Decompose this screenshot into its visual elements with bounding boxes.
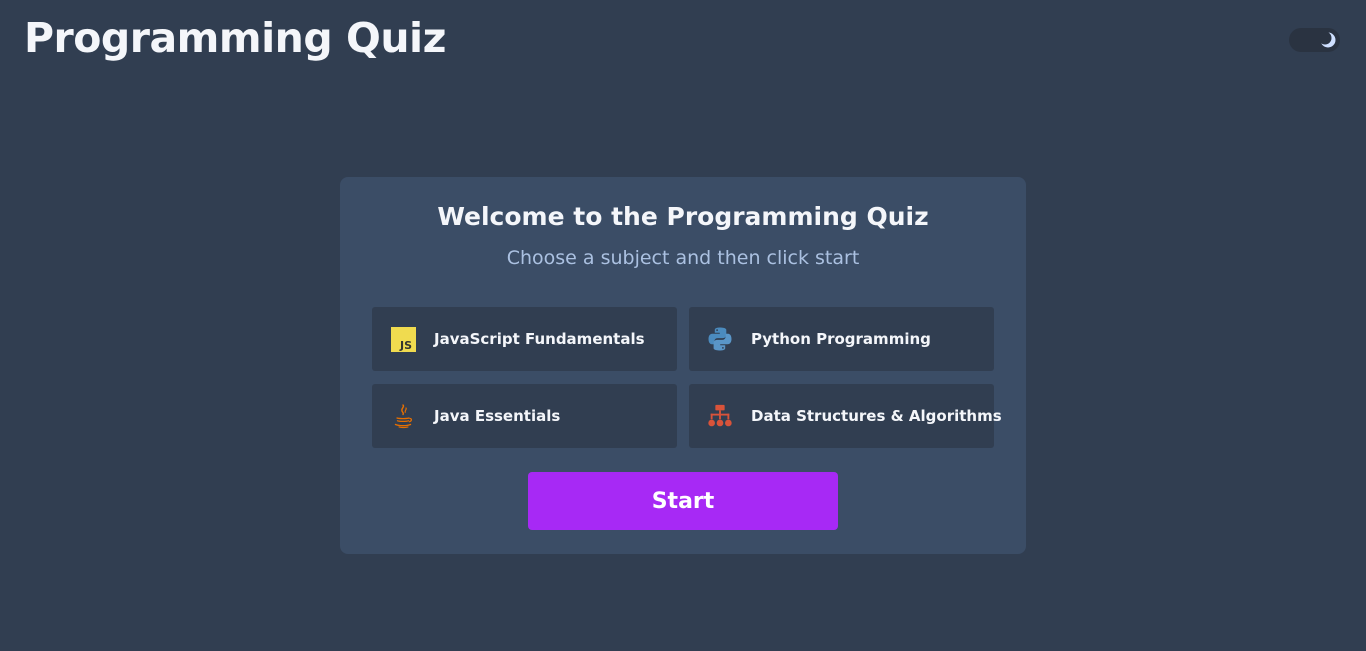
app-root: Programming Quiz Welcome to the Programm… (0, 0, 1366, 651)
subject-option-java[interactable]: Java Essentials (372, 384, 677, 448)
sitemap-icon (707, 403, 733, 429)
moon-icon (1318, 31, 1336, 48)
welcome-title: Welcome to the Programming Quiz (437, 202, 929, 231)
subject-label: Java Essentials (434, 407, 561, 425)
subject-label: Data Structures & Algorithms (751, 407, 1002, 425)
theme-toggle[interactable] (1289, 28, 1340, 52)
subject-label: Python Programming (751, 330, 931, 348)
subject-option-python[interactable]: Python Programming (689, 307, 994, 371)
java-icon (390, 403, 416, 429)
svg-text:JS: JS (398, 339, 411, 352)
page-title: Programming Quiz (24, 14, 446, 62)
javascript-icon: JS (390, 326, 416, 352)
subject-label: JavaScript Fundamentals (434, 330, 645, 348)
welcome-card: Welcome to the Programming Quiz Choose a… (340, 177, 1026, 554)
python-icon (707, 326, 733, 352)
subject-option-dsa[interactable]: Data Structures & Algorithms (689, 384, 1002, 448)
start-button[interactable]: Start (528, 472, 838, 530)
welcome-subtitle: Choose a subject and then click start (506, 247, 860, 269)
subject-option-javascript[interactable]: JS JavaScript Fundamentals (372, 307, 677, 371)
